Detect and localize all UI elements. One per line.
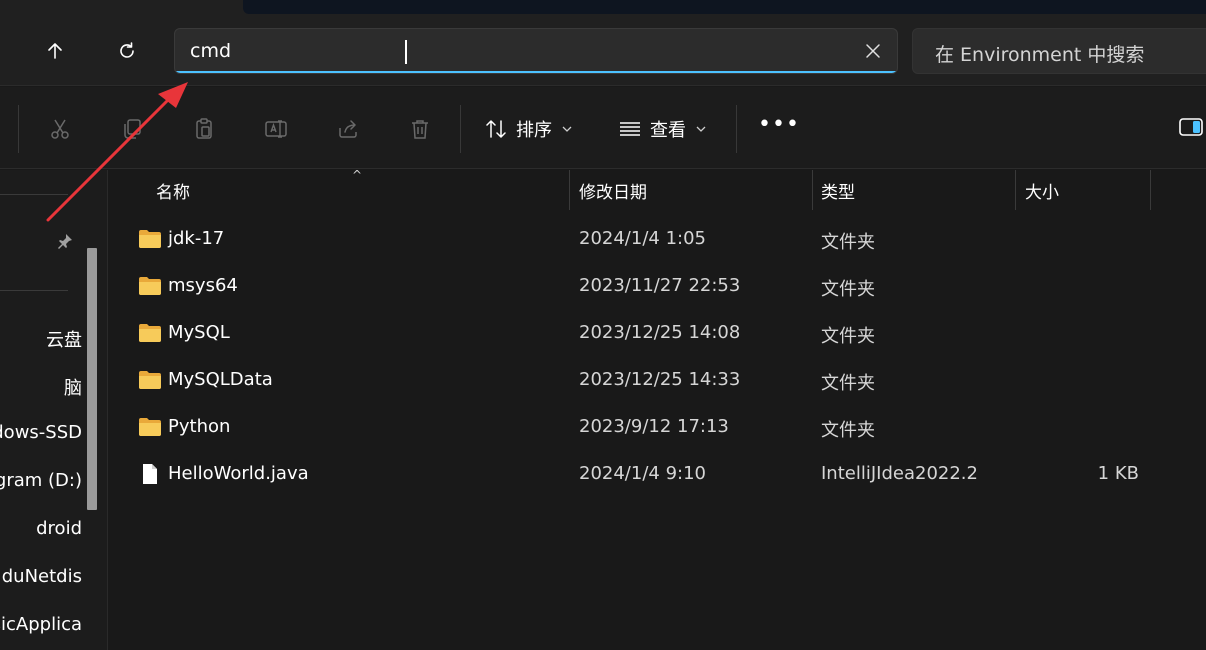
file-name: MySQL	[168, 322, 230, 343]
file-size: 1 KB	[1097, 463, 1139, 484]
file-name: HelloWorld.java	[168, 463, 309, 484]
toolbar-divider	[736, 105, 737, 153]
file-name: jdk-17	[168, 228, 225, 249]
file-date: 2024/1/4 9:10	[579, 463, 706, 484]
folder-icon	[139, 324, 161, 342]
column-divider[interactable]	[1150, 170, 1151, 210]
nav-scrollbar[interactable]	[87, 248, 97, 510]
nav-item-label: droid	[36, 518, 82, 539]
table-row[interactable]: msys64 2023/11/27 22:53 文件夹	[109, 263, 1206, 310]
more-options-button[interactable]: •••	[758, 114, 799, 141]
copy-button[interactable]	[118, 115, 146, 143]
view-label: 查看	[650, 120, 686, 141]
close-icon[interactable]	[863, 41, 883, 61]
file-date: 2023/12/25 14:08	[579, 322, 741, 343]
cut-button[interactable]	[46, 115, 74, 143]
copy-icon	[124, 119, 141, 139]
table-row[interactable]: MySQL 2023/12/25 14:08 文件夹	[109, 310, 1206, 357]
view-button[interactable]: 查看	[618, 113, 706, 145]
nav-item-label: gram (D:)	[0, 470, 82, 491]
delete-button[interactable]	[406, 115, 434, 143]
table-row[interactable]: MySQLData 2023/12/25 14:33 文件夹	[109, 357, 1206, 404]
sort-icon	[486, 120, 506, 138]
nav-divider	[0, 290, 68, 291]
column-divider[interactable]	[812, 170, 813, 210]
column-divider[interactable]	[1015, 170, 1016, 210]
folder-icon	[139, 418, 161, 436]
file-name: msys64	[168, 275, 238, 296]
table-row[interactable]: Python 2023/9/12 17:13 文件夹	[109, 404, 1206, 451]
cut-icon	[51, 119, 69, 139]
file-name: MySQLData	[168, 369, 273, 390]
sort-button[interactable]: 排序	[484, 113, 572, 145]
text-caret	[405, 40, 407, 64]
column-divider[interactable]	[569, 170, 570, 210]
file-date: 2023/9/12 17:13	[579, 416, 729, 437]
search-input[interactable]: 在 Environment 中搜索	[912, 28, 1206, 74]
refresh-button[interactable]	[107, 30, 147, 72]
file-icon	[143, 464, 157, 484]
folder-icon	[139, 277, 161, 295]
file-date: 2023/12/25 14:33	[579, 369, 741, 390]
nav-item-label: duNetdis	[1, 566, 82, 587]
chevron-down-icon	[696, 126, 706, 132]
sort-indicator-icon: ^	[352, 168, 363, 182]
address-input[interactable]	[175, 29, 845, 73]
delete-icon	[412, 120, 428, 139]
column-header-date[interactable]: 修改日期	[579, 170, 647, 210]
file-type: 文件夹	[821, 232, 875, 253]
address-bar[interactable]	[174, 28, 898, 74]
file-date: 2023/11/27 22:53	[579, 275, 741, 296]
nav-item-basic-application[interactable]: sicApplica	[0, 614, 82, 642]
tab-strip	[243, 0, 1206, 14]
up-button[interactable]	[35, 30, 75, 72]
nav-item-label: 脑	[64, 378, 82, 399]
folder-icon	[139, 371, 161, 389]
nav-item-this-pc[interactable]: 脑	[0, 374, 82, 402]
nav-item-label: dows-SSD	[0, 422, 82, 443]
rename-icon	[265, 120, 287, 138]
file-type: 文件夹	[821, 279, 875, 300]
navigation-pane: 云盘 脑 dows-SSD gram (D:) droid duNetdis s…	[0, 170, 108, 650]
nav-item-baidunetdisk[interactable]: duNetdis	[0, 566, 82, 594]
paste-button[interactable]	[190, 115, 218, 143]
nav-item-android[interactable]: droid	[0, 518, 82, 546]
address-strip: 在 Environment 中搜索	[0, 0, 1206, 86]
nav-item-program-d[interactable]: gram (D:)	[0, 470, 82, 498]
nav-item-label: 云盘	[46, 330, 82, 351]
file-type: IntelliJIdea2022.2	[821, 463, 978, 484]
command-toolbar: 排序 查看 •••	[0, 87, 1206, 169]
file-date: 2024/1/4 1:05	[579, 228, 706, 249]
pin-icon[interactable]	[56, 232, 74, 250]
file-name: Python	[168, 416, 231, 437]
sort-label: 排序	[516, 120, 552, 141]
nav-item-cloud-drive[interactable]: 云盘	[0, 326, 82, 354]
details-pane-icon[interactable]	[1178, 116, 1204, 138]
column-header-size[interactable]: 大小	[1025, 170, 1059, 210]
share-icon	[339, 120, 357, 138]
nav-item-windows-ssd[interactable]: dows-SSD	[0, 422, 82, 450]
file-list: ^ 名称 修改日期 类型 大小 jdk-17 2024/1/4 1:05 文件夹…	[109, 168, 1206, 650]
arrow-up-icon	[48, 43, 62, 59]
paste-icon	[196, 118, 212, 139]
view-icon	[620, 122, 640, 136]
file-type: 文件夹	[821, 373, 875, 394]
share-button[interactable]	[334, 115, 362, 143]
file-type: 文件夹	[821, 420, 875, 441]
search-placeholder: 在 Environment 中搜索	[935, 44, 1145, 66]
folder-icon	[139, 230, 161, 248]
nav-divider	[0, 194, 68, 195]
nav-item-label: sicApplica	[0, 614, 82, 635]
toolbar-divider	[18, 105, 19, 153]
column-header-name[interactable]: 名称	[156, 170, 190, 210]
file-type: 文件夹	[821, 326, 875, 347]
column-header-type[interactable]: 类型	[821, 170, 855, 210]
refresh-icon	[120, 42, 134, 58]
rename-button[interactable]	[262, 115, 290, 143]
toolbar-divider	[460, 105, 461, 153]
table-row[interactable]: HelloWorld.java 2024/1/4 9:10 IntelliJId…	[109, 451, 1206, 498]
table-row[interactable]: jdk-17 2024/1/4 1:05 文件夹	[109, 216, 1206, 263]
chevron-down-icon	[562, 126, 572, 132]
